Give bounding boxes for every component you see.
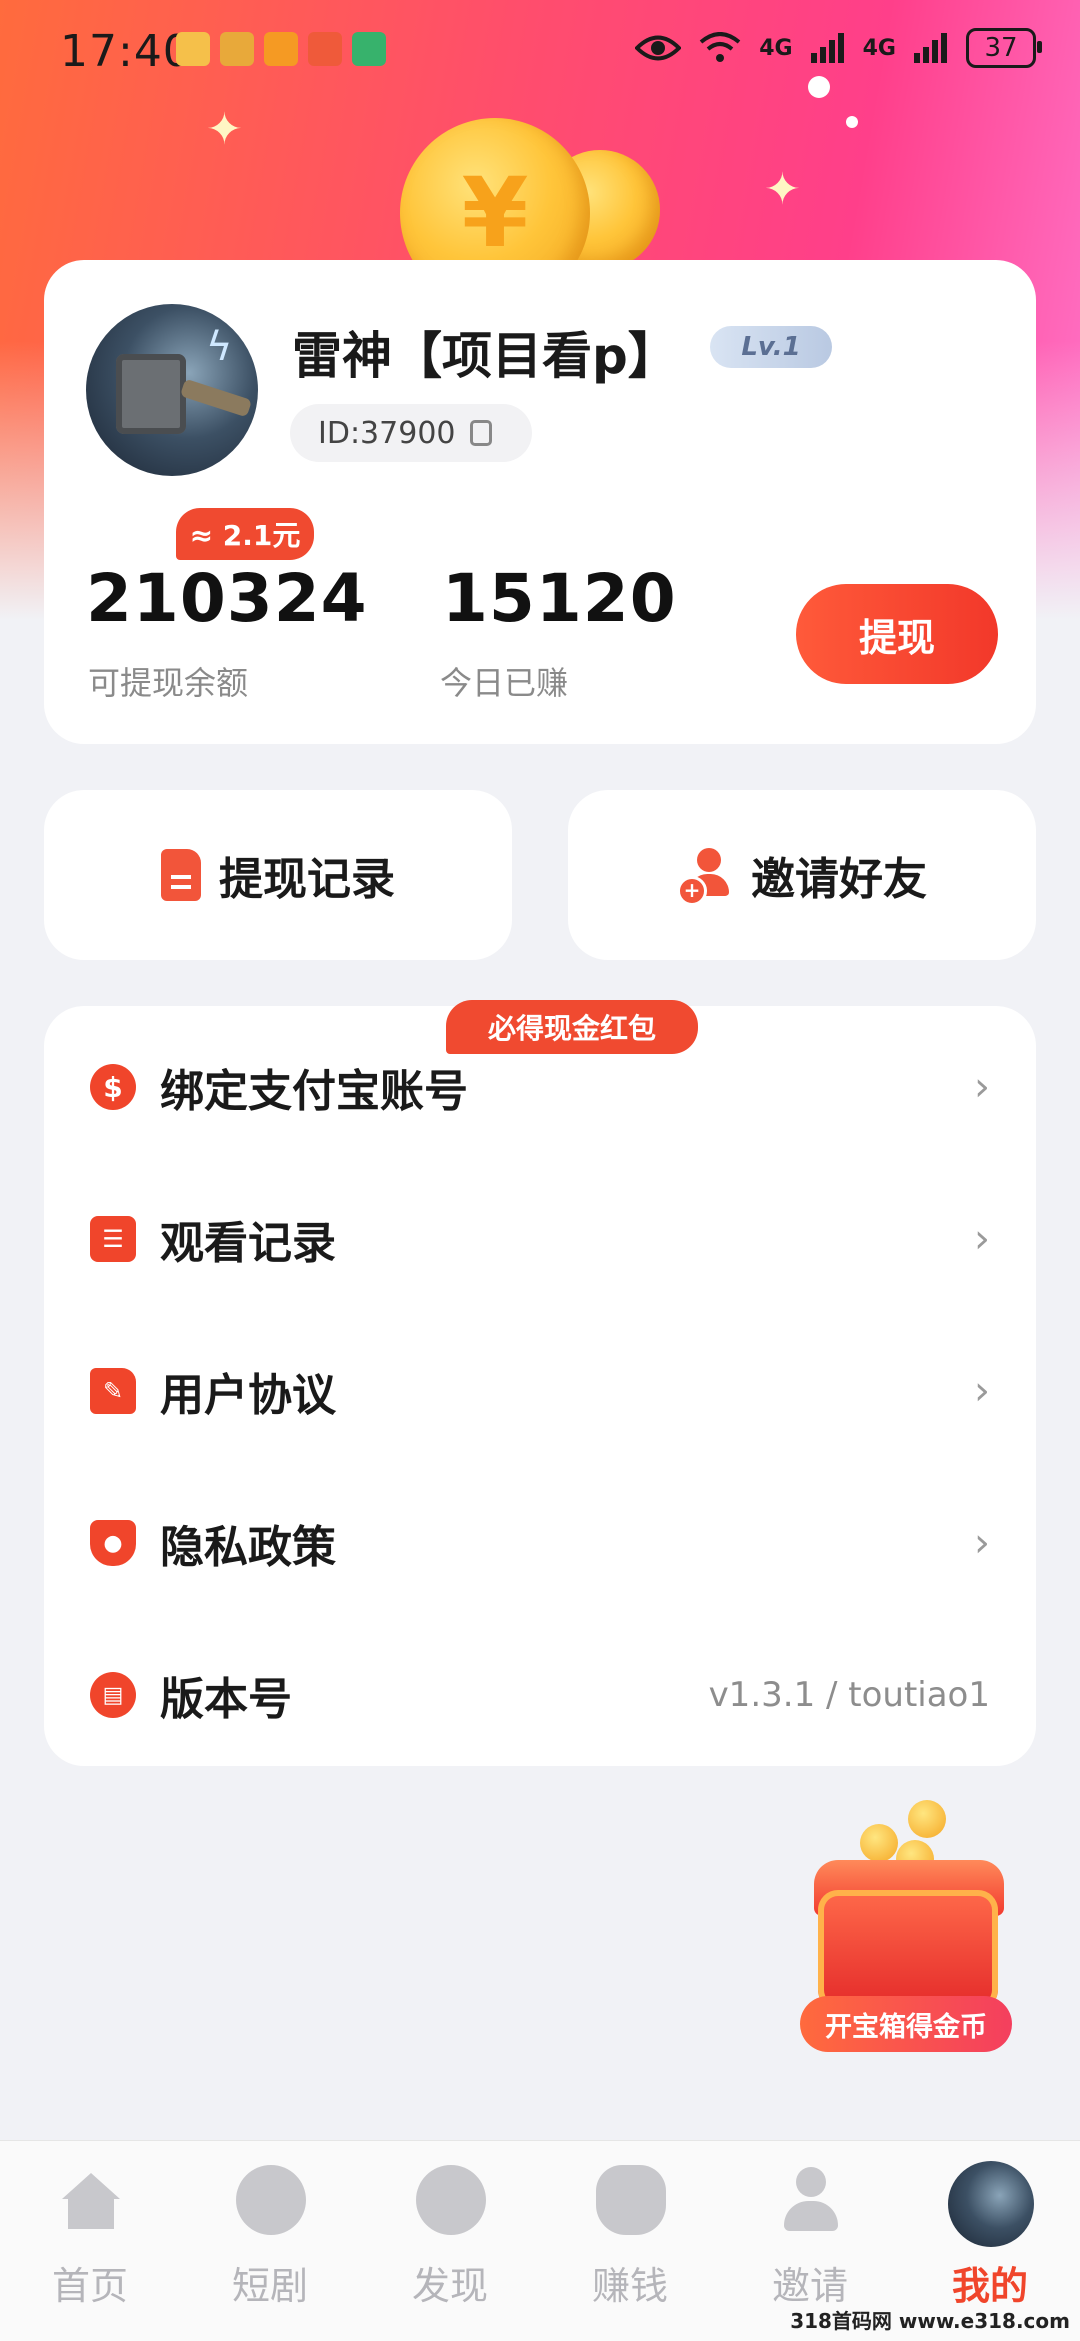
sparkle-dot [846,116,858,128]
user-id-text: ID:37900 [318,415,456,451]
chevron-right-icon: › [974,1064,990,1110]
treasure-chest-icon [818,1890,998,2010]
eye-icon [635,35,682,61]
nav-label: 发现 [411,2264,488,2308]
menu-item-label: 用户协议 [160,1370,336,1421]
hammer-handle [179,378,253,418]
app-notification-icon [220,32,254,66]
battery-icon: 37 [966,28,1042,68]
home-icon [62,2173,120,2229]
menu-item-bind-alipay[interactable]: $ 绑定支付宝账号 › [44,1012,1036,1162]
system-icons: 4G 4G 37 [635,28,1042,68]
menu-item-privacy-policy[interactable]: ● 隐私政策 › [44,1468,1036,1618]
app-notification-icon [352,32,386,66]
dollar-icon: $ [90,1064,136,1110]
coin-icon [860,1824,898,1862]
balance-label: 可提现余额 [88,664,249,702]
invite-friends-button[interactable]: + 邀请好友 [568,790,1036,960]
nav-label: 首页 [51,2264,128,2308]
plus-badge: + [677,876,707,906]
balance-value: 210324 [86,560,368,637]
compass-icon [416,2165,486,2235]
withdraw-records-label: 提现记录 [219,854,395,905]
level-badge: Lv.1 [710,326,832,368]
nav-label: 邀请 [771,2264,848,2308]
app-notification-icon [264,32,298,66]
app-notification-icon [176,32,210,66]
document-icon [161,849,201,901]
version-value: v1.3.1 / toutiao1 [708,1675,990,1715]
treasure-chest-label: 开宝箱得金币 [800,1996,1012,2052]
nav-item-invite[interactable]: 邀请 [720,2165,900,2315]
avatar[interactable]: ϟ [86,304,258,476]
person-head [697,848,721,872]
withdraw-button[interactable]: 提现 [796,584,998,684]
bonus-tag: ≈ 2.1元 [176,508,314,560]
film-reel-icon [236,2165,306,2235]
sparkle-icon: ✦ [206,104,243,155]
user-name: 雷神【项目看p】 [292,327,678,385]
settings-menu: 必得现金红包 $ 绑定支付宝账号 › ☰ 观看记录 › ✎ 用户协议 › ● 隐… [44,1000,1036,1766]
network-4g-label: 4G [759,35,793,61]
today-earned-label: 今日已赚 [440,664,569,702]
edit-document-icon: ✎ [90,1368,136,1414]
notification-icons [176,32,386,66]
status-bar: 17:40 4G 4G 37 [0,0,1080,104]
add-user-icon [776,2165,846,2235]
nav-label: 我的 [951,2264,1028,2308]
menu-item-label: 绑定支付宝账号 [160,1066,468,1117]
nav-item-discover[interactable]: 发现 [360,2165,540,2315]
nav-item-short-drama[interactable]: 短剧 [180,2165,360,2315]
battery-level: 37 [984,33,1018,63]
sparkle-dot [808,76,830,98]
menu-item-version: ▤ 版本号 v1.3.1 / toutiao1 [44,1620,1036,1770]
menu-item-label: 隐私政策 [160,1522,336,1573]
user-id-pill[interactable]: ID:37900 [290,404,532,462]
withdraw-records-button[interactable]: 提现记录 [44,790,512,960]
list-icon: ☰ [90,1216,136,1262]
wifi-icon [699,32,741,62]
money-bag-icon [596,2165,666,2235]
status-time: 17:40 [60,26,192,77]
nav-item-mine[interactable]: 我的 [900,2161,1080,2315]
coin-icon [908,1800,946,1838]
copy-icon[interactable] [469,420,492,446]
menu-item-label: 版本号 [160,1674,292,1725]
app-notification-icon [308,32,342,66]
chevron-right-icon: › [974,1368,990,1414]
nav-item-earn[interactable]: 赚钱 [540,2165,720,2315]
signal-icon [914,33,947,63]
signal-icon [810,33,844,63]
hammer-image [116,354,186,434]
treasure-chest-button[interactable]: 开宝箱得金币 [800,1800,1020,2060]
invite-friends-label: 邀请好友 [751,854,927,905]
nav-label: 赚钱 [591,2264,668,2308]
menu-item-user-agreement[interactable]: ✎ 用户协议 › [44,1316,1036,1466]
profile-card: ϟ 雷神【项目看p】 Lv.1 ID:37900 ≈ 2.1元 210324 可… [44,260,1036,744]
nav-item-home[interactable]: 首页 [0,2165,180,2315]
book-icon: ▤ [90,1672,136,1718]
lightning-icon: ϟ [206,324,233,370]
watermark: 318首码网 www.e318.com [790,2309,1070,2333]
menu-item-watch-history[interactable]: ☰ 观看记录 › [44,1164,1036,1314]
network-4g-label: 4G [862,35,896,61]
sparkle-icon: ✦ [764,164,801,215]
chevron-right-icon: › [974,1520,990,1566]
nav-label: 短剧 [231,2264,308,2308]
avatar [948,2161,1034,2247]
menu-item-label: 观看记录 [160,1218,336,1269]
shield-lock-icon: ● [90,1520,136,1566]
add-user-icon: + [677,848,733,906]
today-earned-value: 15120 [442,560,677,637]
chevron-right-icon: › [974,1216,990,1262]
